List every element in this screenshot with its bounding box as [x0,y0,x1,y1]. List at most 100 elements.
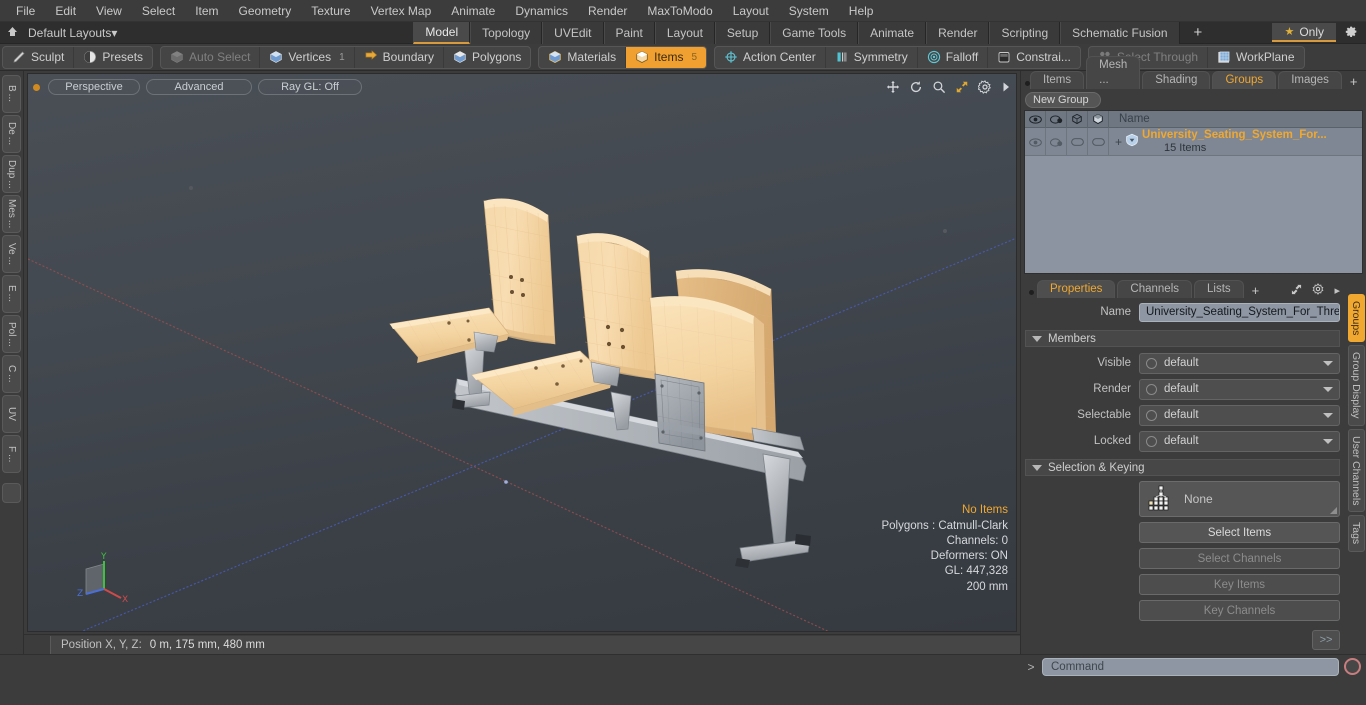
tab-images[interactable]: Images [1278,71,1342,89]
add-properties-tab-button[interactable]: + [1246,283,1266,298]
menu-item-select[interactable]: Select [132,2,185,20]
groups-list-empty-area[interactable] [1025,156,1362,273]
left-rail-tab-extra[interactable] [2,483,21,503]
layout-tab-scripting[interactable]: Scripting [989,21,1061,44]
table-row[interactable]: + University_Seating_System_For... 15 It… [1025,128,1362,156]
right-rail-tab-tags[interactable]: Tags [1347,515,1365,552]
tab-shading[interactable]: Shading [1142,71,1211,89]
fit-icon[interactable] [955,80,969,94]
presets-button[interactable]: Presets [74,47,152,68]
viewport-menu-arrow-icon[interactable] [1001,81,1011,93]
properties-menu-dot-icon[interactable] [1025,286,1037,298]
left-rail-tab-polygon[interactable]: Pol ... [2,315,21,353]
menu-item-edit[interactable]: Edit [45,2,86,20]
tab-channels[interactable]: Channels [1117,280,1193,298]
add-layout-tab-button[interactable]: + [1180,22,1217,44]
row-render-toggle[interactable] [1046,128,1067,156]
viewport-shading-button[interactable]: Advanced [146,79,252,95]
selection-keying-section-header[interactable]: Selection & Keying [1025,459,1340,476]
layout-tab-game-tools[interactable]: Game Tools [770,21,859,44]
falloff-button[interactable]: Falloff [918,46,989,68]
left-rail-tab-basic[interactable]: B ... [2,75,21,113]
left-rail-tab-deform[interactable]: De ... [2,115,21,153]
locked-dropdown[interactable]: default [1139,430,1340,452]
menu-item-geometry[interactable]: Geometry [229,2,302,20]
boundary-button[interactable]: Boundary [355,46,445,68]
zoom-icon[interactable] [932,80,946,94]
sculpt-button[interactable]: Sculpt [3,46,75,68]
workplane-button[interactable]: WorkPlane [1208,47,1303,68]
tab-groups[interactable]: Groups [1212,71,1277,89]
menu-item-animate[interactable]: Animate [441,2,505,20]
left-rail-tab-curve[interactable]: C ... [2,355,21,393]
key-channels-button[interactable]: Key Channels [1139,600,1340,621]
menu-item-dynamics[interactable]: Dynamics [505,2,578,20]
default-layouts-dropdown[interactable]: Default Layouts▾ [24,26,125,40]
menu-item-file[interactable]: File [6,2,45,20]
materials-button[interactable]: Materials [539,46,627,68]
select-items-button[interactable]: Select Items [1139,522,1340,543]
viewport-settings-icon[interactable] [978,80,992,94]
row-lock-toggle[interactable] [1088,128,1109,156]
menu-item-help[interactable]: Help [839,2,884,20]
tab-items[interactable]: Items [1030,71,1085,89]
name-input[interactable]: University_Seating_System_For_Thre [1139,302,1340,322]
only-toggle-button[interactable]: ★ Only [1272,23,1336,42]
polygons-button[interactable]: Polygons [444,47,530,68]
right-rail-tab-user-channels[interactable]: User Channels [1347,428,1365,513]
properties-gear-icon[interactable] [1309,283,1327,298]
properties-arrow-right-icon[interactable]: ▸ [1331,284,1343,297]
auto-select-button[interactable]: Auto Select [161,46,261,68]
layout-tab-render[interactable]: Render [926,21,990,44]
vertices-button[interactable]: Vertices 1 [260,46,355,68]
menu-item-view[interactable]: View [86,2,132,20]
group-row-content[interactable]: + University_Seating_System_For... 15 It… [1109,128,1362,155]
viewport-3d[interactable]: Perspective Advanced Ray GL: Off No Item… [27,73,1017,632]
left-rail-tab-vertex[interactable]: Ve ... [2,235,21,273]
command-input[interactable]: Command [1042,657,1339,676]
symmetry-button[interactable]: Symmetry [826,46,918,68]
groups-list[interactable]: Name + University_Seating_System_For... … [1024,110,1363,274]
layout-tab-model[interactable]: Model [413,21,471,44]
key-items-button[interactable]: Key Items [1139,574,1340,595]
menu-item-render[interactable]: Render [578,2,637,20]
rotate-icon[interactable] [909,80,923,94]
left-rail-tab-mesh[interactable]: Mes ... [2,195,21,233]
move-icon[interactable] [886,80,900,94]
menu-item-vertex-map[interactable]: Vertex Map [361,2,442,20]
left-rail-tab-fusion[interactable]: F ... [2,435,21,473]
properties-expand-icon[interactable] [1288,284,1305,298]
action-center-button[interactable]: Action Center [715,46,826,68]
layout-tab-topology[interactable]: Topology [470,21,543,44]
layout-tab-schematic-fusion[interactable]: Schematic Fusion [1060,21,1180,44]
viewport-raygl-button[interactable]: Ray GL: Off [258,79,362,95]
row-eye-toggle[interactable] [1025,128,1046,156]
members-section-header[interactable]: Members [1025,330,1340,347]
menu-item-texture[interactable]: Texture [301,2,360,20]
new-group-button[interactable]: New Group [1025,92,1101,108]
tab-mesh[interactable]: Mesh ... [1086,56,1141,89]
menu-item-layout[interactable]: Layout [723,2,779,20]
menu-item-item[interactable]: Item [185,2,228,20]
tab-lists[interactable]: Lists [1194,280,1244,298]
layout-tab-setup[interactable]: Setup [714,21,771,44]
viewport-projection-button[interactable]: Perspective [48,79,140,95]
select-channels-button[interactable]: Select Channels [1139,548,1340,569]
items-button[interactable]: Items 5 [626,46,707,68]
row-selectable-toggle[interactable] [1067,128,1088,156]
right-rail-tab-groups[interactable]: Groups [1347,294,1365,343]
layout-tab-animate[interactable]: Animate [858,21,927,44]
home-icon[interactable] [0,25,24,41]
gear-icon[interactable] [1336,25,1366,41]
expand-group-icon[interactable]: + [1115,135,1122,149]
layout-tab-paint[interactable]: Paint [603,21,655,44]
render-dropdown[interactable]: default [1139,378,1340,400]
right-rail-tab-group-display[interactable]: Group Display [1347,345,1365,426]
forward-button[interactable]: >> [1312,630,1340,650]
record-icon[interactable] [1344,658,1361,675]
keying-selector[interactable]: None [1139,481,1340,517]
tab-properties[interactable]: Properties [1037,280,1116,298]
model-university-seating-system[interactable] [28,74,1017,632]
layout-tab-uvedit[interactable]: UVEdit [542,21,604,44]
add-panel-tab-button[interactable]: + [1344,74,1364,89]
